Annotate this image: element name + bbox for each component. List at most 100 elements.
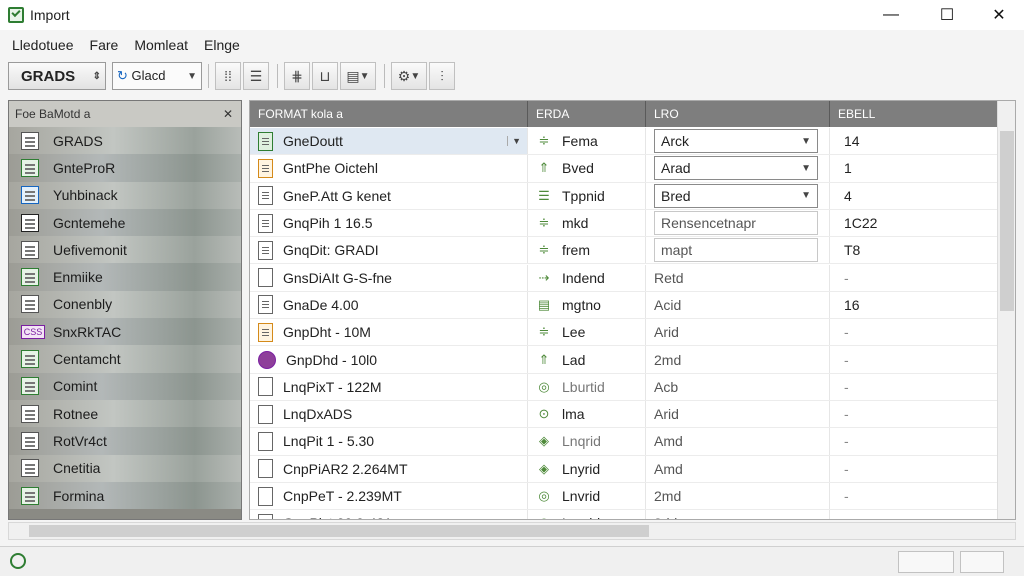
- table-row[interactable]: GnqDit: GRADI ≑ frem mapt T8: [250, 237, 998, 265]
- file-name-cell[interactable]: GnaDe 4.00: [250, 291, 528, 319]
- file-name-cell[interactable]: GnsDiAIt G-S-fne: [250, 264, 528, 291]
- table-row[interactable]: CnpPeT - 2.239MT ◎ Lnvrid 2md -: [250, 482, 998, 511]
- document-icon: [21, 459, 39, 478]
- status-dropdown[interactable]: Rensencetnapr: [654, 211, 818, 236]
- type-cell: ◈ Lnqrid: [528, 428, 646, 455]
- import-button[interactable]: ⊔: [312, 62, 338, 90]
- grid-view-button[interactable]: ⁞⁞: [215, 62, 241, 90]
- table-row[interactable]: GnsDiAIt G-S-fne ⇢ Indend Retd -: [250, 264, 998, 292]
- source-list-item[interactable]: Gcntemehe: [9, 208, 241, 237]
- table-row[interactable]: GneDoutt ▼ ≑ Fema Arck ▼ 14: [250, 128, 998, 156]
- count-value: -: [844, 324, 849, 341]
- count-value: -: [844, 515, 849, 519]
- status-dropdown[interactable]: Arad ▼: [654, 156, 818, 181]
- document-icon: ▤: [346, 67, 360, 84]
- source-list-item[interactable]: GnteProR: [9, 154, 241, 182]
- source-list-item-label: SnxRkTAC: [53, 323, 122, 340]
- table-row[interactable]: GneP.Att G kenet ☰ Tppnid Bred ▼ 4: [250, 182, 998, 210]
- file-name-cell[interactable]: GneDoutt ▼: [250, 128, 528, 155]
- table-row[interactable]: GnqPih 1 16.5 ≑ mkd Rensencetnapr 1C22: [250, 209, 998, 238]
- document-menu-button[interactable]: ▤ ▼: [340, 62, 376, 90]
- status-label: Amd: [654, 460, 683, 477]
- tools-icon: ⚙: [397, 67, 411, 84]
- source-list-item[interactable]: GRADS: [9, 127, 241, 155]
- source-list-item[interactable]: Formina: [9, 481, 241, 510]
- status-dropdown-value: mapt: [661, 242, 693, 259]
- source-list-item[interactable]: Uefivemonit: [9, 236, 241, 264]
- file-name-cell[interactable]: GnqPih 1 16.5: [250, 209, 528, 237]
- format-combo[interactable]: ↻ Glacd ▼: [112, 62, 202, 90]
- type-cell: ▤ mgtno: [528, 291, 646, 319]
- scroll-thumb[interactable]: [29, 525, 649, 537]
- file-name-cell[interactable]: LnqPit 1 - 5.30: [250, 428, 528, 455]
- spin-icon[interactable]: ⇕: [93, 71, 101, 82]
- horizontal-scrollbar[interactable]: [8, 522, 1016, 540]
- table-row[interactable]: GnaDe 4.00 ▤ mgtno Acid 16: [250, 291, 998, 320]
- close-icon[interactable]: ✕: [223, 107, 233, 121]
- scroll-thumb[interactable]: [1000, 131, 1014, 311]
- column-header-ebell[interactable]: EBELL: [830, 101, 998, 127]
- file-name-cell[interactable]: CnpPiAR2 2.264MT: [250, 455, 528, 482]
- status-dropdown[interactable]: mapt: [654, 238, 818, 263]
- source-list-item[interactable]: Conenbly: [9, 290, 241, 319]
- column-header-erda[interactable]: ERDA: [528, 101, 646, 127]
- table-row[interactable]: CnpPiAR2 2.264MT ◈ Lnyrid Amd -: [250, 455, 998, 483]
- maximize-button[interactable]: ☐: [924, 0, 970, 30]
- menu-item-0[interactable]: Lledotuee: [12, 37, 74, 53]
- grads-button[interactable]: GRADS ⇕: [8, 62, 106, 90]
- file-name: GntPhe Oictehl: [283, 160, 378, 177]
- table-row[interactable]: LnqPit 1 - 5.30 ◈ Lnqrid Amd -: [250, 428, 998, 456]
- list-view-button[interactable]: ☰: [243, 62, 269, 90]
- vertical-scrollbar[interactable]: [997, 101, 1015, 519]
- document-icon: [21, 268, 39, 287]
- status-cell: Rensencetnapr: [646, 209, 830, 237]
- source-list-item[interactable]: Yuhbinack: [9, 181, 241, 209]
- file-name-cell[interactable]: LnqDxADS: [250, 401, 528, 428]
- close-button[interactable]: ✕: [976, 0, 1022, 30]
- file-name-cell[interactable]: GnpDht - 10M: [250, 319, 528, 346]
- menu-item-1[interactable]: Fare: [90, 37, 119, 53]
- file-name-cell[interactable]: GntPhe Oictehl: [250, 155, 528, 182]
- file-icon: [258, 158, 273, 178]
- file-name-cell[interactable]: GnePixt 00 0-421: [250, 510, 528, 519]
- document-icon: [21, 158, 39, 177]
- column-header-format[interactable]: FORMAT kola a: [250, 101, 528, 127]
- table-row[interactable]: GnpDhd - 10l0 ⇑ Lad 2md -: [250, 346, 998, 374]
- columns-button[interactable]: ⋕: [284, 62, 310, 90]
- menu-item-2[interactable]: Momleat: [134, 37, 188, 53]
- count-cell: 14: [830, 128, 998, 154]
- status-dropdown[interactable]: Bred ▼: [654, 183, 818, 208]
- table-row[interactable]: GntPhe Oictehl ⇑ Bved Arad ▼ 1: [250, 155, 998, 183]
- status-dropdown[interactable]: Arck ▼: [654, 129, 818, 154]
- column-header-lro[interactable]: LRO: [646, 101, 830, 127]
- menu-item-3[interactable]: Elnge: [204, 37, 240, 53]
- file-name-cell[interactable]: GnpDhd - 10l0: [250, 346, 528, 373]
- source-list-item[interactable]: CSS SnxRkTAC: [9, 318, 241, 346]
- chevron-down-icon[interactable]: ▼: [507, 136, 521, 147]
- source-list-item[interactable]: RotVr4ct: [9, 427, 241, 455]
- file-name-cell[interactable]: GneP.Att G kenet: [250, 182, 528, 209]
- count-value: -: [844, 269, 849, 286]
- status-cell: 2md: [646, 482, 830, 510]
- minimize-button[interactable]: —: [868, 0, 914, 30]
- table-row[interactable]: GnePixt 00 0-421 ◎ Lnyrid 3rid -: [250, 510, 998, 519]
- source-list-item[interactable]: Enmiike: [9, 263, 241, 291]
- source-list-item[interactable]: Comint: [9, 372, 241, 400]
- file-name-cell[interactable]: CnpPeT - 2.239MT: [250, 482, 528, 510]
- source-list-item[interactable]: Rotnee: [9, 399, 241, 428]
- source-list-item-label: Comint: [53, 378, 98, 395]
- settings-button[interactable]: ⫶: [429, 62, 455, 90]
- status-dropdown-value: Rensencetnapr: [661, 215, 756, 232]
- table-row[interactable]: GnpDht - 10M ≑ Lee Arid -: [250, 319, 998, 347]
- grid-icon: ⁞⁞: [224, 68, 232, 84]
- file-name-cell[interactable]: GnqDit: GRADI: [250, 237, 528, 264]
- table-row[interactable]: LnqPixT - 122M ◎ Lburtid Acb -: [250, 373, 998, 401]
- table-row[interactable]: LnqDxADS ⊙ lma Arid -: [250, 401, 998, 429]
- file-name-cell[interactable]: LnqPixT - 122M: [250, 373, 528, 400]
- source-list-item[interactable]: Centamcht: [9, 345, 241, 373]
- source-list-item[interactable]: Cnetitia: [9, 454, 241, 482]
- chevron-down-icon: ▼: [801, 162, 811, 174]
- options-menu-button[interactable]: ⚙ ▼: [391, 62, 427, 90]
- status-cell: Bred ▼: [646, 182, 830, 209]
- window-title: Import: [30, 7, 70, 23]
